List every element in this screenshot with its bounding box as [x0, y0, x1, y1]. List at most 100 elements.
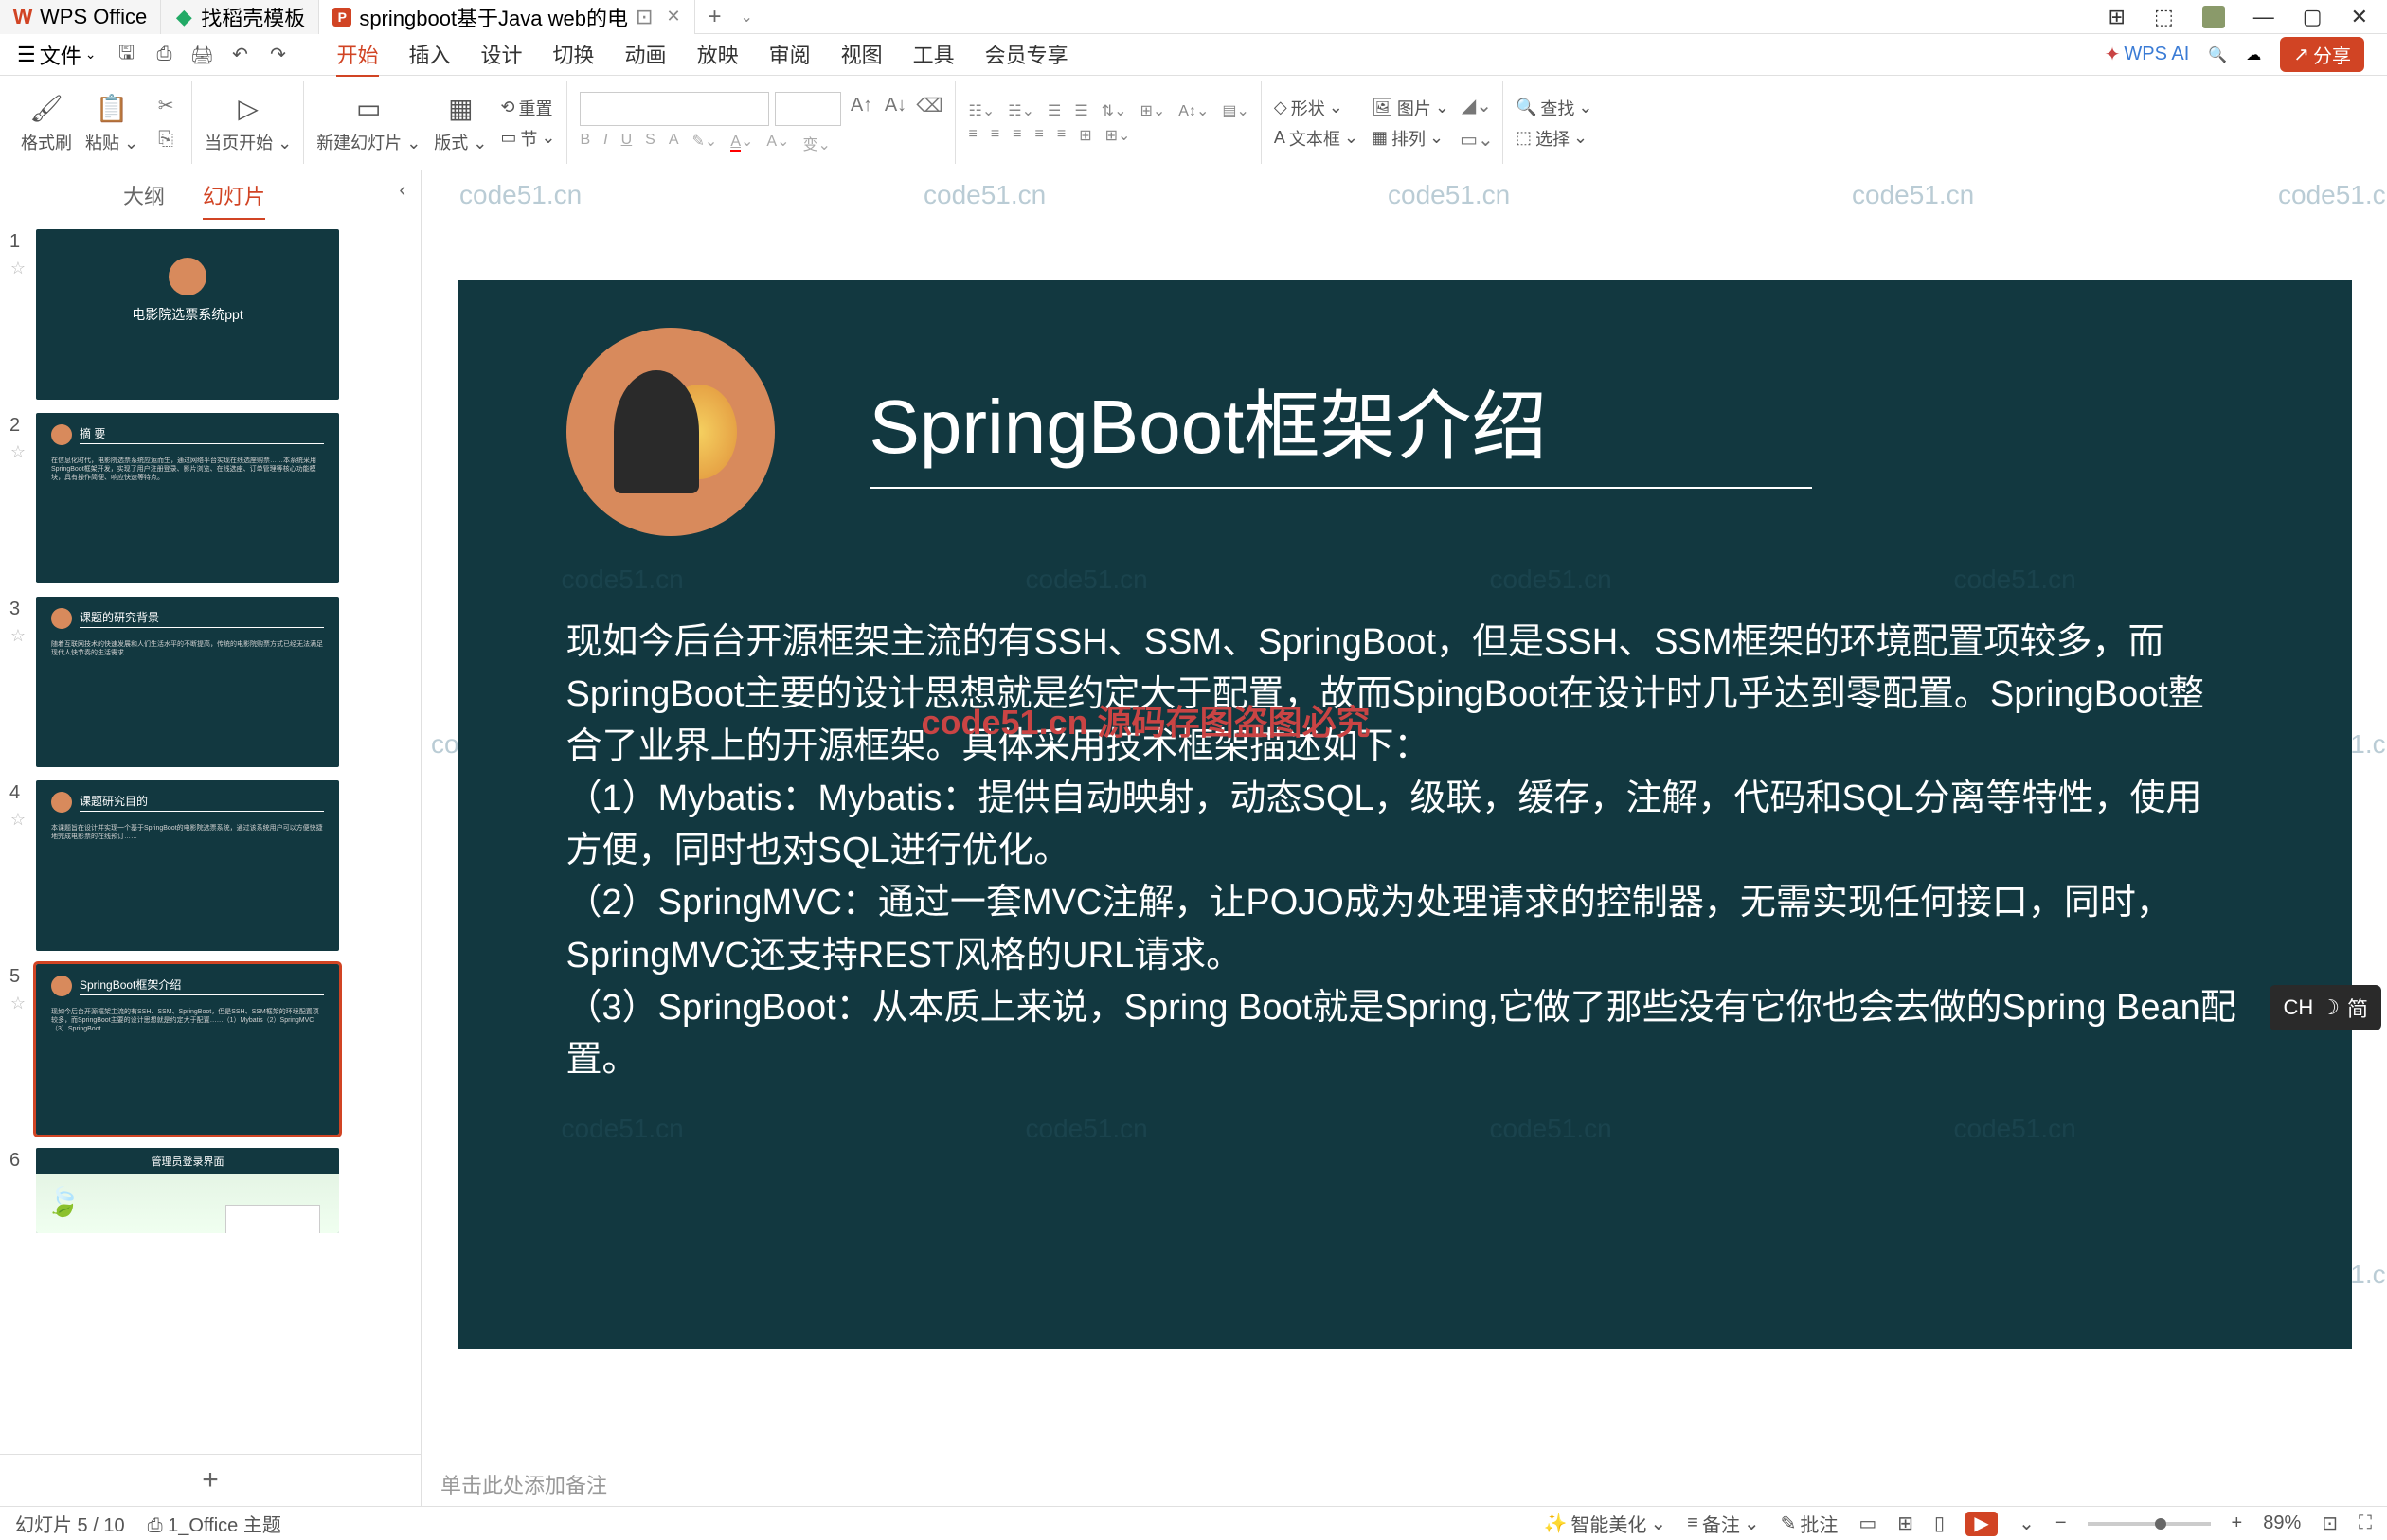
paste-button[interactable]: 📋 粘贴 ⌄	[85, 92, 138, 154]
minimize-icon[interactable]: ―	[2253, 5, 2274, 29]
file-menu[interactable]: ☰ 文件 ⌄	[8, 40, 105, 70]
star-icon[interactable]: ☆	[10, 259, 26, 278]
strike-icon[interactable]: S	[645, 132, 655, 154]
increase-font-icon[interactable]: A↑	[847, 92, 875, 120]
wps-ai-button[interactable]: ✦ WPS AI	[2105, 43, 2190, 66]
tab-member[interactable]: 会员专享	[985, 33, 1068, 77]
find-button[interactable]: 🔍 查找 ⌄	[1516, 96, 1593, 120]
tab-animation[interactable]: 动画	[625, 33, 667, 77]
tab-wps-office[interactable]: W WPS Office	[0, 0, 161, 34]
highlight-icon[interactable]: ✎⌄	[692, 132, 718, 154]
undo-icon[interactable]: ↶	[223, 38, 257, 72]
search-icon[interactable]: 🔍	[2208, 45, 2227, 64]
tab-document[interactable]: P springboot基于Java web的电 ⊡ ✕	[319, 0, 694, 34]
fit-icon[interactable]: ⊡	[2322, 1512, 2338, 1535]
zoom-value[interactable]: 89%	[2263, 1513, 2301, 1534]
select-button[interactable]: ⬚ 选择 ⌄	[1516, 126, 1593, 151]
layout-button[interactable]: ▦ 版式 ⌄	[434, 92, 487, 154]
text-convert-icon[interactable]: 变⌄	[802, 132, 830, 154]
panel-icon[interactable]: ⊞	[2109, 5, 2126, 29]
copy-icon[interactable]: ⎘	[152, 126, 180, 154]
play-menu-icon[interactable]: ⌄	[2019, 1512, 2035, 1535]
export-icon[interactable]: ⎙	[147, 38, 181, 72]
tab-menu-icon[interactable]: ⌄	[735, 8, 753, 27]
columns-icon[interactable]: ▤⌄	[1222, 101, 1249, 120]
slideshow-button[interactable]: ▶	[1965, 1512, 1998, 1536]
rotate-icon[interactable]: ⊞⌄	[1105, 126, 1131, 145]
slide-thumbnail-1[interactable]: 电影院选票系统ppt	[36, 229, 339, 400]
slide-body[interactable]: 现如今后台开源框架主流的有SSH、SSM、SpringBoot，但是SSH、SS…	[566, 617, 2238, 1086]
text-effect-icon[interactable]: A	[669, 132, 679, 154]
tab-insert[interactable]: 插入	[409, 33, 451, 77]
star-icon[interactable]: ☆	[10, 626, 26, 646]
numbering-icon[interactable]: ☵⌄	[1008, 101, 1034, 120]
vertical-text-icon[interactable]: ⊞	[1079, 126, 1091, 145]
slide-title[interactable]: SpringBoot框架介绍	[870, 366, 1813, 489]
slide-thumbnail-4[interactable]: 课题研究目的 本课题旨在设计并实现一个基于SpringBoot的电影院选票系统，…	[36, 780, 339, 951]
save-icon[interactable]: 🖫	[109, 38, 143, 72]
star-icon[interactable]: ☆	[10, 994, 26, 1013]
cloud-icon[interactable]: ☁	[2246, 45, 2261, 64]
align-justify-icon[interactable]: ≡	[1035, 126, 1044, 145]
slide-thumbnail-2[interactable]: 摘 要 在信息化时代，电影院选票系统应运而生，通过网络平台实现在线选座购票……本…	[36, 413, 339, 583]
picture-button[interactable]: 🖼 图片 ⌄	[1372, 96, 1449, 120]
star-icon[interactable]: ☆	[10, 810, 26, 830]
redo-icon[interactable]: ↷	[260, 38, 295, 72]
zoom-in-icon[interactable]: +	[2232, 1513, 2243, 1534]
avatar-icon[interactable]	[2202, 6, 2225, 28]
indent-inc-icon[interactable]: ☰	[1074, 101, 1087, 120]
outline-icon[interactable]: ▭⌄	[1463, 126, 1491, 154]
bold-icon[interactable]: B	[580, 132, 590, 154]
italic-icon[interactable]: I	[603, 132, 607, 154]
tab-design[interactable]: 设计	[481, 33, 523, 77]
tab-start[interactable]: 开始	[336, 33, 378, 77]
indent-dec-icon[interactable]: ☰	[1048, 101, 1061, 120]
sorter-view-icon[interactable]: ⊞	[1897, 1512, 1913, 1535]
tab-slideshow[interactable]: 放映	[697, 33, 739, 77]
print-icon[interactable]: 🖨	[185, 38, 219, 72]
star-icon[interactable]: ☆	[10, 442, 26, 462]
font-color-icon[interactable]: A⌄	[730, 132, 753, 154]
align-center-icon[interactable]: ≡	[991, 126, 999, 145]
comments-toggle[interactable]: ✎批注	[1781, 1510, 1839, 1537]
cut-icon[interactable]: ✂	[152, 92, 180, 120]
textbox-button[interactable]: A 文本框 ⌄	[1274, 126, 1358, 151]
fill-color-icon[interactable]: ◢⌄	[1463, 92, 1491, 120]
expand-icon[interactable]: ⛶	[2359, 1513, 2372, 1534]
slides-tab[interactable]: 幻灯片	[203, 180, 265, 220]
bullets-icon[interactable]: ☷⌄	[968, 101, 995, 120]
zoom-out-icon[interactable]: −	[2055, 1513, 2067, 1534]
close-window-icon[interactable]: ✕	[2351, 5, 2368, 29]
shape-button[interactable]: ◇ 形状 ⌄	[1274, 96, 1358, 120]
reading-view-icon[interactable]: ▯	[1934, 1512, 1945, 1535]
slide-thumbnail-6[interactable]: 管理员登录界面 🍃	[36, 1148, 339, 1233]
notes-toggle[interactable]: ≡备注 ⌄	[1687, 1510, 1759, 1537]
beautify-button[interactable]: ✨智能美化 ⌄	[1544, 1510, 1667, 1537]
cube-icon[interactable]: ⬚	[2154, 5, 2174, 29]
share-button[interactable]: ↗ 分享	[2280, 37, 2364, 72]
add-slide-button[interactable]: +	[0, 1454, 421, 1506]
tab-tools[interactable]: 工具	[913, 33, 955, 77]
outline-tab[interactable]: 大纲	[123, 180, 165, 220]
font-selector[interactable]	[580, 92, 769, 126]
collapse-icon[interactable]: ‹	[399, 180, 405, 202]
reset-button[interactable]: ⟲ 重置	[500, 96, 555, 120]
underline-icon[interactable]: U	[621, 132, 633, 154]
font-size-selector[interactable]	[775, 92, 841, 126]
section-button[interactable]: ▭ 节 ⌄	[500, 126, 555, 151]
align-left-icon[interactable]: ≡	[968, 126, 977, 145]
text-dir-icon[interactable]: ⊞⌄	[1140, 101, 1165, 120]
tab-view[interactable]: 视图	[841, 33, 883, 77]
clear-format-icon[interactable]: ⌫	[915, 92, 943, 120]
slide-thumbnail-5[interactable]: SpringBoot框架介绍 现如今后台开源框架主流的有SSH、SSM、Spri…	[36, 964, 339, 1135]
close-icon[interactable]: ✕	[666, 7, 680, 27]
slide-thumbnail-3[interactable]: 课题的研究背景 随着互联网技术的快速发展和人们生活水平的不断提高，传统的电影院购…	[36, 597, 339, 767]
normal-view-icon[interactable]: ▭	[1858, 1512, 1876, 1535]
tab-template[interactable]: ◆ 找稻壳模板	[161, 0, 319, 34]
align-right-icon[interactable]: ≡	[1013, 126, 1021, 145]
maximize-icon[interactable]: ▢	[2303, 5, 2323, 29]
new-tab-button[interactable]: +	[695, 4, 735, 30]
arrange-button[interactable]: ▦ 排列 ⌄	[1372, 126, 1449, 151]
format-painter-button[interactable]: 🖌 格式刷	[21, 92, 72, 154]
new-slide-button[interactable]: ▭ 新建幻灯片 ⌄	[316, 92, 421, 154]
